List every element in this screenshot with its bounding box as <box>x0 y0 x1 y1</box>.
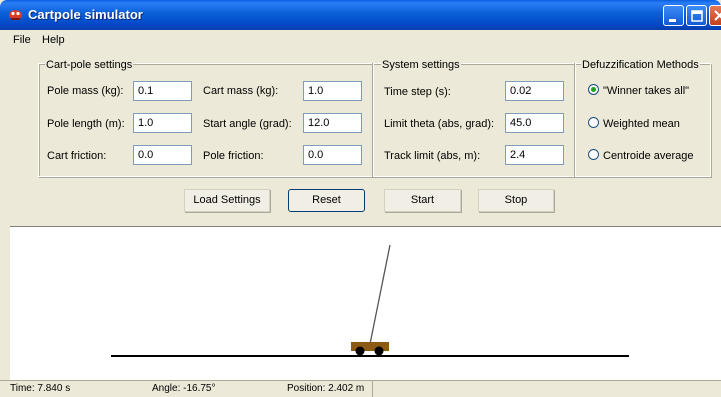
status-time: Time: 7.840 s <box>10 383 71 394</box>
weighted-mean-label: Weighted mean <box>603 118 680 130</box>
close-icon <box>714 10 721 21</box>
status-divider <box>372 381 373 397</box>
separator <box>574 63 576 177</box>
cartpole-scene <box>111 244 629 357</box>
pole-friction-label: Pole friction: <box>203 150 264 162</box>
menu-file[interactable]: File <box>13 34 31 46</box>
pole <box>369 244 391 345</box>
title-bar[interactable]: Cartpole simulator <box>0 0 721 30</box>
reset-button[interactable]: Reset <box>288 189 365 212</box>
winner-takes-all-label: "Winner takes all" <box>603 85 690 97</box>
menu-help[interactable]: Help <box>42 34 65 46</box>
pole-mass-label: Pole mass (kg): <box>47 85 124 97</box>
cartpole-settings-title: Cart-pole settings <box>45 59 134 71</box>
centroide-average-label: Centroide average <box>603 150 694 162</box>
system-settings-title: System settings <box>381 59 461 71</box>
status-angle: Angle: -16.75° <box>152 383 216 394</box>
cart-friction-label: Cart friction: <box>47 150 107 162</box>
start-button[interactable]: Start <box>384 189 461 212</box>
pole-mass-field[interactable] <box>133 81 192 101</box>
track-limit-label: Track limit (abs, m): <box>384 150 481 162</box>
cart-friction-field[interactable] <box>133 145 192 165</box>
time-step-field[interactable] <box>505 81 564 101</box>
cart-mass-label: Cart mass (kg): <box>203 85 279 97</box>
pole-friction-field[interactable] <box>303 145 362 165</box>
minimize-icon <box>669 19 676 22</box>
simulation-canvas <box>10 226 721 380</box>
cart-wheel-right <box>374 346 384 356</box>
app-icon <box>9 10 22 20</box>
winner-takes-all-radio[interactable] <box>588 84 599 95</box>
status-position: Position: 2.402 m <box>287 383 365 394</box>
limit-theta-label: Limit theta (abs, grad): <box>384 118 495 130</box>
cart-wheel-left <box>355 346 365 356</box>
menu-bar: File Help <box>0 30 721 50</box>
window-title: Cartpole simulator <box>28 7 143 22</box>
pole-length-label: Pole length (m): <box>47 118 125 130</box>
start-angle-label: Start angle (grad): <box>203 118 292 130</box>
cart-mass-field[interactable] <box>303 81 362 101</box>
minimize-button[interactable] <box>663 5 684 26</box>
load-settings-button[interactable]: Load Settings <box>184 189 270 212</box>
maximize-button[interactable] <box>686 5 707 26</box>
limit-theta-field[interactable] <box>505 113 564 133</box>
maximize-icon <box>691 10 703 22</box>
close-button[interactable] <box>709 5 721 26</box>
separator <box>372 63 374 177</box>
track-limit-field[interactable] <box>505 145 564 165</box>
start-angle-field[interactable] <box>303 113 362 133</box>
weighted-mean-radio[interactable] <box>588 117 599 128</box>
centroide-average-radio[interactable] <box>588 149 599 160</box>
time-step-label: Time step (s): <box>384 86 451 98</box>
pole-length-field[interactable] <box>133 113 192 133</box>
stop-button[interactable]: Stop <box>478 189 554 212</box>
defuzzification-title: Defuzzification Methods <box>581 59 700 71</box>
